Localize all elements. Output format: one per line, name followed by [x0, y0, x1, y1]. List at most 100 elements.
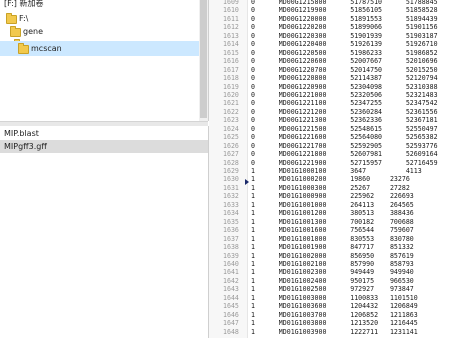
code-line[interactable]: 1633 1 MD01G1001000 264113 264565 — [209, 201, 474, 209]
line-text: 1 MD01G1001600 756544 759607 — [251, 226, 414, 235]
code-line[interactable]: 1647 1 MD01G1003800 1213520 1216445 — [209, 319, 474, 327]
code-line[interactable]: 1616 0 MD00G1220600 52007667 52010696 — [209, 57, 474, 65]
line-number: 1635 — [223, 217, 239, 226]
file-item-mip-blast[interactable]: MIP.blast — [0, 127, 208, 140]
line-text: 1 MD01G1002100 857990 858793 — [251, 259, 414, 268]
code-line[interactable]: 1612 0 MD00G1220200 51899066 51901156 — [209, 23, 474, 31]
code-line[interactable]: 1629 1 MD01G1000100 3647 4113 — [209, 167, 474, 175]
code-line[interactable]: 1617 0 MD00G1220700 52014750 52015250 — [209, 66, 474, 74]
code-line[interactable]: 1634 1 MD01G1001200 380513 388436 — [209, 209, 474, 217]
line-text: 1 MD01G1001900 847717 851332 — [251, 243, 414, 252]
line-text: 0 MD00G1221100 52347255 52347542 — [251, 99, 438, 108]
code-line[interactable]: 1632 1 MD01G1000900 225962 226693 — [209, 192, 474, 200]
line-text: 0 MD00G1221800 52607981 52609164 — [251, 150, 438, 159]
file-list: MIP.blast MIPgff3.gff — [0, 126, 209, 338]
line-number: 1636 — [223, 226, 239, 235]
code-line[interactable]: 1614 0 MD00G1220400 51926139 51926710 — [209, 40, 474, 48]
code-line[interactable]: 1623 0 MD00G1221300 52362336 52367181 — [209, 116, 474, 124]
line-text: 0 MD00G1220000 51891553 51894439 — [251, 14, 438, 23]
line-number: 1641 — [223, 268, 239, 277]
tree-item-gene[interactable]: gene — [0, 25, 208, 38]
code-line[interactable]: 1625 0 MD00G1221600 52564080 52565382 — [209, 133, 474, 141]
line-number: 1645 — [223, 302, 239, 311]
line-number: 1625 — [223, 133, 239, 142]
line-number: 1624 — [223, 124, 239, 133]
line-text: 0 MD00G1220700 52014750 52015250 — [251, 65, 438, 74]
line-text: 0 MD00G1221500 52548615 52550497 — [251, 124, 438, 133]
line-number: 1614 — [223, 40, 239, 49]
code-line[interactable]: 1626 0 MD00G1221700 52592905 52593776 — [209, 142, 474, 150]
folder-icon — [10, 26, 21, 37]
line-number: 1613 — [223, 31, 239, 40]
line-text: 1 MD01G1003000 1100833 1101510 — [251, 293, 418, 302]
line-number: 1610 — [223, 6, 239, 15]
tree-item-label: gene — [23, 27, 43, 36]
code-line[interactable]: 1644 1 MD01G1003000 1100833 1101510 — [209, 294, 474, 302]
line-number: 1627 — [223, 150, 239, 159]
line-number: 1634 — [223, 209, 239, 218]
code-line[interactable]: 1642 1 MD01G1002400 950175 966530 — [209, 277, 474, 285]
line-number: 1619 — [223, 82, 239, 91]
text-editor[interactable]: 1609 0 MD00G1215800 51787510 51788845 1610… — [209, 0, 474, 338]
line-text: 1 MD01G1003600 1204432 1206849 — [251, 302, 418, 311]
code-line[interactable]: 1613 0 MD00G1220300 51901939 51903187 — [209, 32, 474, 40]
code-line[interactable]: 1631 1 MD01G1000300 25267 27282 — [209, 184, 474, 192]
line-text: 1 MD01G1001300 700182 700688 — [251, 217, 414, 226]
line-text: 0 MD00G1221200 52360284 52361556 — [251, 107, 438, 116]
tree-item-label: F:\ — [19, 14, 29, 23]
code-line[interactable]: 1643 1 MD01G1002500 972927 973847 — [209, 285, 474, 293]
line-text: 0 MD00G1220900 52304098 52310388 — [251, 82, 438, 91]
code-line[interactable]: 1646 1 MD01G1003700 1206852 1211863 — [209, 311, 474, 319]
code-line[interactable]: 1645 1 MD01G1003600 1204432 1206849 — [209, 302, 474, 310]
line-number: 1630 — [223, 175, 239, 184]
code-line[interactable]: 1639 1 MD01G1002000 856950 857619 — [209, 252, 474, 260]
line-text: 1 MD01G1002400 950175 966530 — [251, 276, 414, 285]
tree-scrollbar[interactable] — [199, 0, 208, 121]
code-line[interactable]: 1636 1 MD01G1001600 756544 759607 — [209, 226, 474, 234]
tree-item-mcscan[interactable]: mcscan — [0, 41, 208, 56]
code-line[interactable]: 1638 1 MD01G1001900 847717 851332 — [209, 243, 474, 251]
code-line[interactable]: 1648 1 MD01G1003900 1222711 1231141 — [209, 328, 474, 336]
line-text: 1 MD01G1002000 856950 857619 — [251, 251, 414, 260]
line-number: 1622 — [223, 107, 239, 116]
line-number: 1647 — [223, 319, 239, 328]
code-line[interactable]: 1610 0 MD00G1219900 51856105 51858528 — [209, 6, 474, 14]
tree-scrollbar-thumb[interactable] — [200, 0, 207, 118]
code-line[interactable]: 1611 0 MD00G1220000 51891553 51894439 — [209, 15, 474, 23]
code-line[interactable]: 1619 0 MD00G1220900 52304098 52310388 — [209, 83, 474, 91]
line-number: 1612 — [223, 23, 239, 32]
line-text: 1 MD01G1002300 949449 949940 — [251, 268, 414, 277]
line-number: 1623 — [223, 116, 239, 125]
code-line[interactable]: 1622 0 MD00G1221200 52360284 52361556 — [209, 108, 474, 116]
code-line[interactable]: 1621 0 MD00G1221100 52347255 52347542 — [209, 99, 474, 107]
code-line[interactable]: 1637 1 MD01G1001800 830553 830780 — [209, 235, 474, 243]
line-number: 1638 — [223, 243, 239, 252]
line-text: 1 MD01G1000200 19860 23276 — [251, 175, 410, 184]
line-number: 1631 — [223, 183, 239, 192]
code-line[interactable]: 1615 0 MD00G1220500 51986233 51986852 — [209, 49, 474, 57]
file-item-mipgff3[interactable]: MIPgff3.gff — [0, 140, 208, 153]
code-line[interactable]: 1628 0 MD00G1221900 52715957 52716459 — [209, 159, 474, 167]
code-line[interactable]: 1641 1 MD01G1002300 949449 949940 — [209, 268, 474, 276]
tree-item-label: mcscan — [31, 44, 62, 53]
tree-item-drive[interactable]: [F:] 新加卷 — [0, 0, 208, 10]
line-number: 1648 — [223, 327, 239, 336]
line-number: 1640 — [223, 259, 239, 268]
folder-icon — [18, 43, 29, 54]
line-text: 0 MD00G1221900 52715957 52716459 — [251, 158, 438, 167]
line-number: 1633 — [223, 200, 239, 209]
line-number: 1642 — [223, 276, 239, 285]
line-text: 0 MD00G1220800 52114387 52120794 — [251, 74, 438, 83]
folder-tree: [F:] 新加卷 F:\ gene MCScanX mcscan — [0, 0, 209, 121]
tree-item-f-root[interactable]: F:\ — [0, 12, 208, 25]
folder-icon — [6, 13, 17, 24]
code-line[interactable]: 1620 0 MD00G1221000 52320506 52321483 — [209, 91, 474, 99]
code-line[interactable]: 1618 0 MD00G1220800 52114387 52120794 — [209, 74, 474, 82]
line-number: 1616 — [223, 57, 239, 66]
line-number: 1626 — [223, 141, 239, 150]
code-line[interactable]: 1635 1 MD01G1001300 700182 700688 — [209, 218, 474, 226]
code-line[interactable]: 1627 0 MD00G1221800 52607981 52609164 — [209, 150, 474, 158]
code-line[interactable]: 1640 1 MD01G1002100 857990 858793 — [209, 260, 474, 268]
line-number: 1615 — [223, 48, 239, 57]
code-line[interactable]: 1624 0 MD00G1221500 52548615 52550497 — [209, 125, 474, 133]
